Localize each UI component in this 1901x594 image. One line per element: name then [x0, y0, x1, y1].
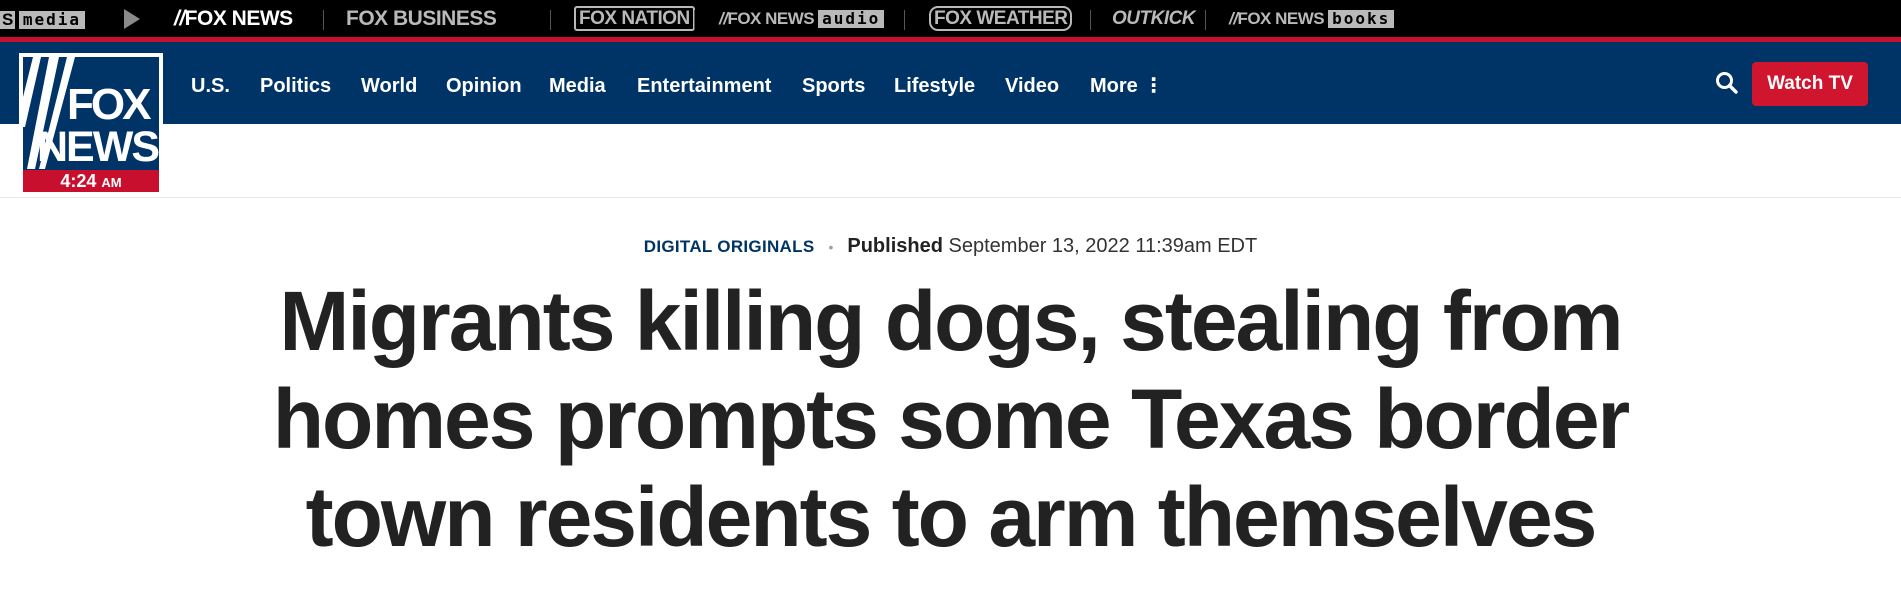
network-bar: Smedia //FOX NEWS FOX BUSINESS FOX NATIO…	[0, 0, 1901, 42]
network-fox-weather-link[interactable]: FOX WEATHER	[929, 6, 1073, 31]
network-fox-business-link[interactable]: FOX BUSINESS	[346, 7, 497, 30]
network-fox-media-letter: S	[0, 10, 15, 29]
logo-news-text: NEWS	[37, 123, 159, 171]
logo-fox-text: FOX	[67, 80, 151, 129]
logo-clock-time: 4:24	[60, 171, 97, 191]
network-divider	[1090, 10, 1091, 30]
network-fox-nation-label: FOX NATION	[574, 6, 695, 31]
network-divider	[904, 10, 905, 30]
nav-link-world[interactable]: World	[361, 75, 417, 97]
nav-link-opinion[interactable]: Opinion	[446, 75, 522, 97]
logo-clock-ampm: AM	[101, 175, 122, 190]
search-icon	[1716, 72, 1738, 94]
article-headline: Migrants killing dogs, stealing from hom…	[272, 274, 1631, 564]
network-divider	[550, 10, 551, 30]
nav-link-more-label: More	[1090, 75, 1138, 97]
network-outkick-label: OUTKICK	[1112, 8, 1196, 29]
network-fox-news-audio-label: FOX NEWS	[727, 9, 815, 28]
network-fox-weather-label: FOX WEATHER	[929, 6, 1073, 31]
header-divider	[0, 197, 1901, 198]
network-fox-media-word: media	[18, 11, 86, 29]
network-fox-news-books-link[interactable]: //FOX NEWS books	[1229, 8, 1395, 30]
network-audio-word: audio	[818, 10, 885, 28]
nav-link-entertainment[interactable]: Entertainment	[637, 75, 771, 97]
article-meta: DIGITAL ORIGINALS • Published September 13…	[0, 234, 1901, 259]
network-books-word: books	[1328, 10, 1395, 28]
article-category-link[interactable]: DIGITAL ORIGINALS	[644, 237, 815, 256]
watch-tv-button[interactable]: Watch TV	[1752, 62, 1868, 106]
fox-news-logo[interactable]: FOX NEWS 4:24 AM	[19, 53, 163, 196]
network-fox-nation-link[interactable]: FOX NATION	[574, 6, 695, 31]
published-label: Published	[847, 235, 943, 257]
network-divider	[694, 10, 695, 30]
nav-link-media[interactable]: Media	[549, 75, 606, 97]
fox-slash-icon: //	[174, 7, 185, 30]
network-fox-business-label: FOX BUSINESS	[346, 7, 497, 30]
network-fox-news-books-label: FOX NEWS	[1237, 9, 1325, 28]
logo-clock: 4:24 AM	[23, 170, 159, 192]
meta-dot-separator: •	[828, 239, 834, 255]
network-fox-media-link[interactable]: Smedia	[0, 8, 86, 30]
network-fox-news-link[interactable]: //FOX NEWS	[174, 8, 293, 30]
nav-link-sports[interactable]: Sports	[802, 75, 865, 97]
network-divider	[1205, 10, 1206, 30]
network-divider	[323, 10, 324, 30]
play-arrow-icon	[124, 9, 140, 29]
network-outkick-link[interactable]: OUTKICK	[1112, 8, 1196, 30]
nav-link-lifestyle[interactable]: Lifestyle	[894, 75, 975, 97]
search-button[interactable]	[1714, 70, 1740, 96]
nav-link-politics[interactable]: Politics	[260, 75, 331, 97]
network-fox-news-audio-link[interactable]: //FOX NEWS audio	[719, 8, 885, 30]
nav-link-video[interactable]: Video	[1005, 75, 1059, 97]
more-vertical-dots-icon: ⋮	[1143, 75, 1164, 97]
nav-more-menu[interactable]: More ⋮	[1090, 75, 1164, 97]
published-date: September 13, 2022 11:39am EDT	[948, 235, 1258, 257]
nav-link-us[interactable]: U.S.	[191, 75, 230, 97]
main-nav: U.S. Politics World Opinion Media Entert…	[0, 42, 1901, 124]
network-fox-news-label: FOX NEWS	[184, 7, 294, 30]
